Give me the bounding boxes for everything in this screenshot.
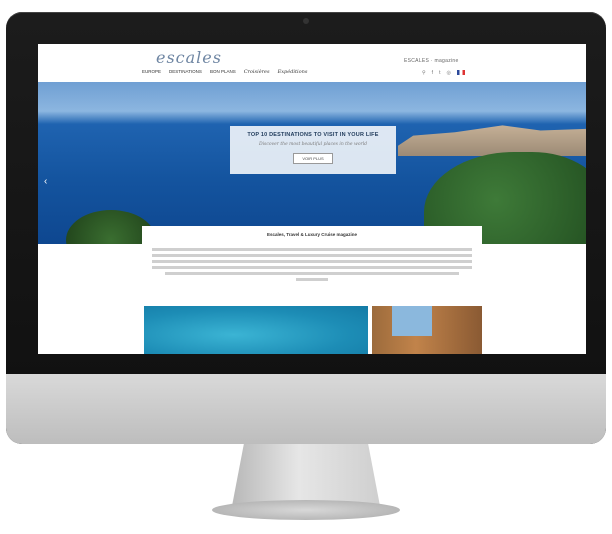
text-line (152, 260, 472, 263)
prev-arrow-icon[interactable]: ‹ (44, 176, 47, 187)
intro-section: Escales, Travel & Luxury Cruise magazine (142, 226, 482, 296)
nav-item-destinations[interactable]: DESTINATIONS (169, 69, 202, 75)
browser-screen: escales EUROPE DESTINATIONS BON PLANS Cr… (38, 44, 586, 354)
intro-text (152, 248, 472, 284)
site-header: escales EUROPE DESTINATIONS BON PLANS Cr… (38, 44, 586, 82)
hero-subtitle: Discover the most beautiful places in th… (258, 142, 368, 147)
monitor-chin (6, 374, 606, 444)
intro-title: Escales, Travel & Luxury Cruise magazine (266, 232, 358, 237)
text-line (152, 266, 472, 269)
camera-icon (303, 18, 309, 24)
facebook-icon[interactable]: f (432, 70, 433, 76)
hero-title: TOP 10 DESTINATIONS TO VISIT IN YOUR LIF… (247, 132, 379, 138)
instagram-icon[interactable]: ◎ (446, 70, 450, 76)
text-line (164, 272, 460, 275)
text-line (152, 248, 472, 251)
text-line (152, 254, 472, 257)
monitor-stand (232, 444, 380, 506)
thumbnail-sky (392, 306, 432, 336)
text-line (296, 278, 328, 281)
twitter-icon[interactable]: t (439, 70, 440, 76)
nav-item-cruises[interactable]: Croisières (244, 69, 270, 75)
monitor-base (212, 500, 400, 520)
header-icons: ⚲ f t ◎ (422, 70, 465, 76)
nav-item-europe[interactable]: EUROPE (142, 69, 161, 75)
thumbnail-sea[interactable] (144, 306, 368, 354)
site-logo[interactable]: escales (156, 48, 222, 67)
nav-item-deals[interactable]: BON PLANS (210, 69, 236, 75)
hero-overlay: TOP 10 DESTINATIONS TO VISIT IN YOUR LIF… (230, 126, 396, 174)
hero-button[interactable]: VOIR PLUS (293, 153, 333, 164)
coast-town (398, 125, 586, 156)
hero-banner: ‹ TOP 10 DESTINATIONS TO VISIT IN YOUR L… (38, 82, 586, 244)
nav-item-expeditions[interactable]: Expéditions (278, 69, 308, 75)
search-icon[interactable]: ⚲ (422, 70, 426, 76)
flag-icon[interactable] (456, 70, 465, 75)
main-nav: EUROPE DESTINATIONS BON PLANS Croisières… (142, 69, 307, 75)
thumbnail-town[interactable] (372, 306, 482, 354)
brand-tagline: ESCALES · magazine (404, 58, 459, 64)
